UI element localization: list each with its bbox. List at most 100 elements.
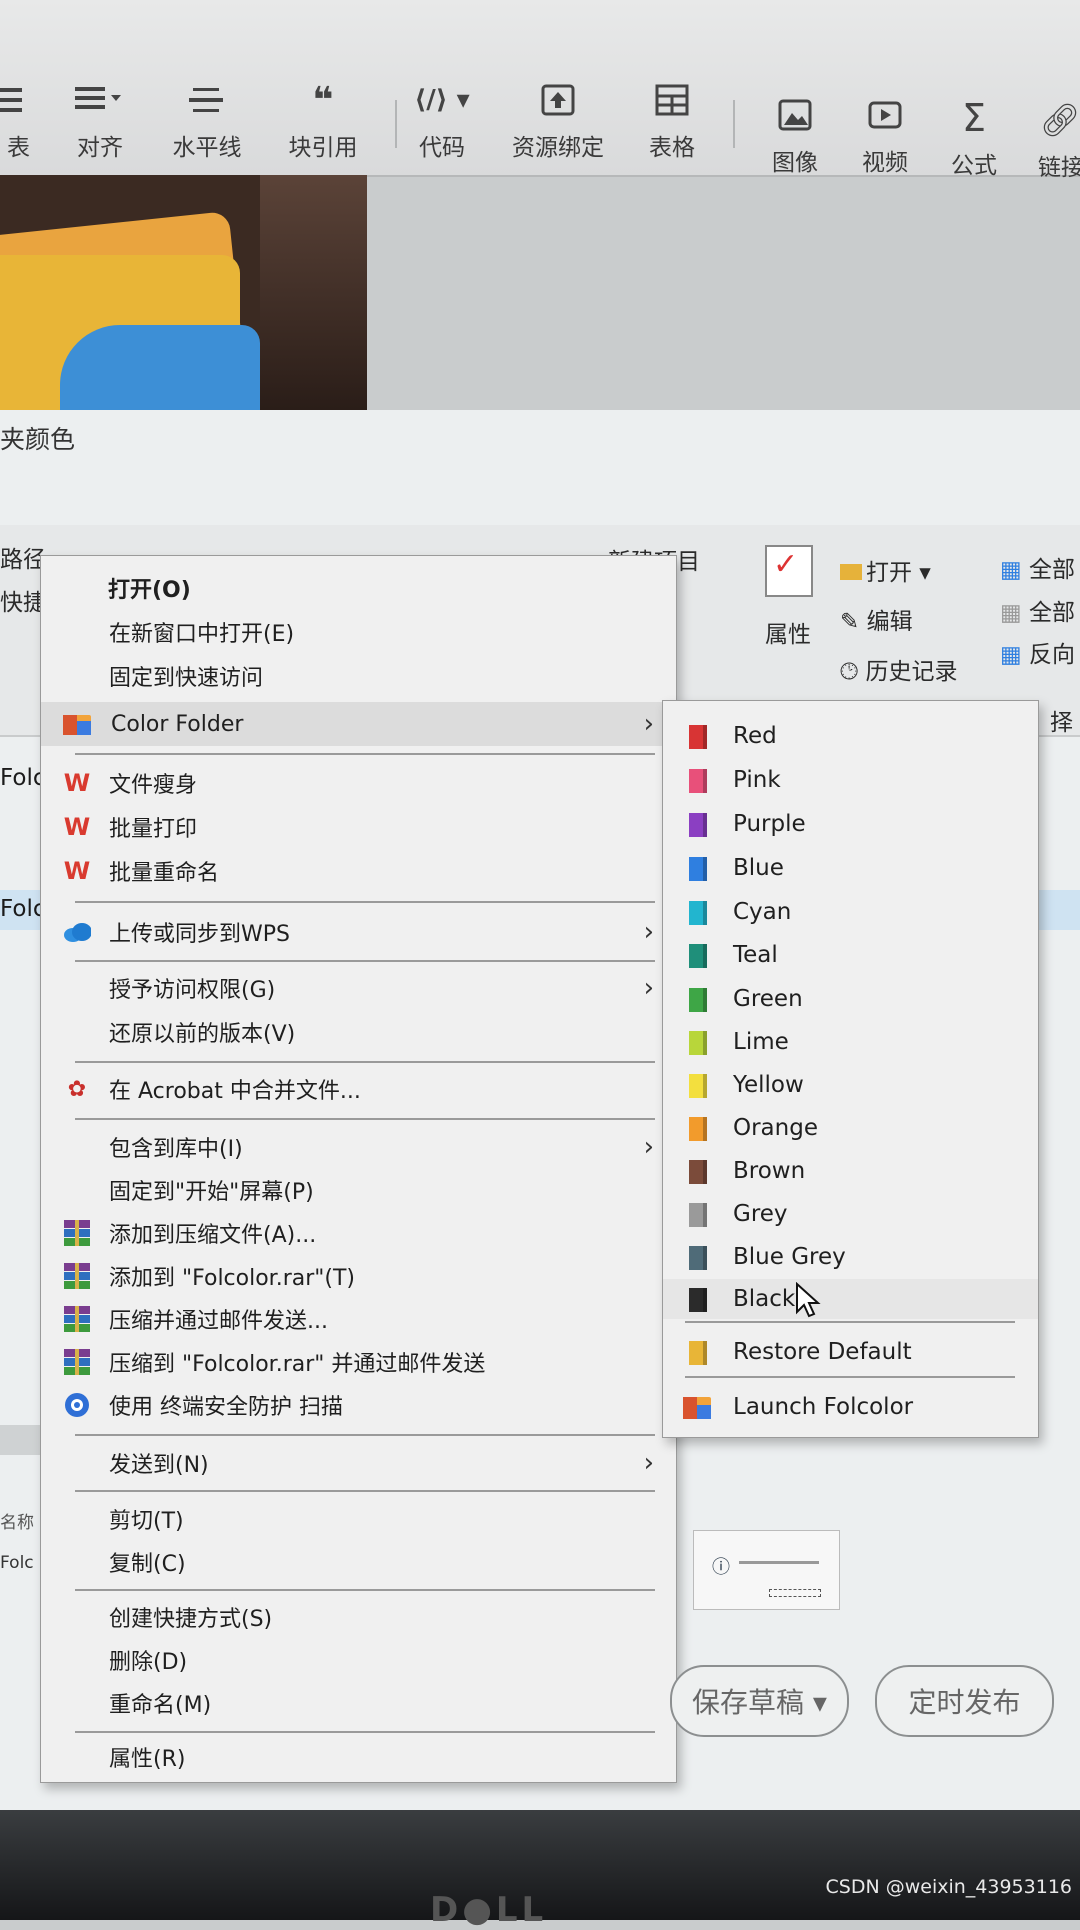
ribbon-edit-label: 编辑: [866, 609, 913, 635]
winrar-icon: [63, 1262, 91, 1290]
explorer-left-item[interactable]: Folc: [0, 896, 46, 922]
ribbon-open[interactable]: 打开 ▾: [840, 553, 931, 587]
wps-icon: W: [63, 813, 91, 841]
menu-compress-rar-email[interactable]: 压缩到 "Folcolor.rar" 并通过邮件发送: [41, 1342, 676, 1382]
ribbon-history[interactable]: 🕑︎ 历史记录: [840, 652, 958, 686]
menu-pin-start[interactable]: 固定到"开始"屏幕(P): [41, 1170, 676, 1210]
grid-icon: ▦: [1000, 557, 1022, 583]
menu-security-scan[interactable]: 使用 终端安全防护 扫描: [41, 1385, 676, 1425]
winrar-icon: [63, 1219, 91, 1247]
submenu-color-cyan[interactable]: Cyan: [663, 892, 1038, 932]
menu-acrobat-merge[interactable]: ✿ 在 Acrobat 中合并文件...: [41, 1069, 676, 1109]
submenu-color-pink[interactable]: Pink: [663, 760, 1038, 800]
menu-pin-start-label: 固定到"开始"屏幕(P): [109, 1180, 314, 1205]
menu-wps-batch-rename[interactable]: W 批量重命名: [41, 851, 676, 891]
menu-color-folder[interactable]: Color Folder ›: [41, 702, 676, 746]
menu-properties[interactable]: 属性(R): [41, 1737, 676, 1777]
toolbar-image-button[interactable]: 图像: [745, 95, 845, 177]
menu-open[interactable]: 打开(O): [41, 568, 676, 608]
ribbon-select-all[interactable]: ▦ 全部: [1000, 550, 1075, 584]
menu-wps-upload[interactable]: 上传或同步到WPS ›: [41, 912, 676, 952]
menu-delete[interactable]: 删除(D): [41, 1640, 676, 1680]
menu-separator: [75, 1490, 655, 1492]
submenu-color-green[interactable]: Green: [663, 979, 1038, 1019]
chevron-right-icon: ›: [643, 1132, 654, 1162]
menu-wps-slim-label: 文件瘦身: [109, 773, 198, 798]
submenu-color-label: Blue Grey: [733, 1244, 846, 1270]
toolbar-separator: [733, 100, 735, 148]
ribbon-select-none[interactable]: ▦ 全部: [1000, 593, 1075, 627]
toolbar-link-button[interactable]: 🔗︎ 链接: [1010, 100, 1080, 182]
toolbar-align-button[interactable]: 对齐: [50, 80, 150, 162]
menu-cut[interactable]: 剪切(T): [41, 1499, 676, 1539]
menu-add-archive[interactable]: 添加到压缩文件(A)...: [41, 1213, 676, 1253]
grid-icon: ▦: [1000, 642, 1022, 668]
folder-color-icon: [689, 1288, 703, 1312]
submenu-color-black[interactable]: Black: [663, 1279, 1038, 1319]
ribbon-properties[interactable]: 属性: [765, 615, 811, 649]
ribbon-invert[interactable]: ▦ 反向: [1000, 635, 1075, 669]
toolbar-table-label: 表格: [649, 135, 695, 161]
toolbar-table-button[interactable]: 表格: [622, 80, 722, 162]
menu-wps-slim[interactable]: W 文件瘦身: [41, 763, 676, 803]
menu-include-library[interactable]: 包含到库中(I) ›: [41, 1127, 676, 1167]
submenu-color-brown[interactable]: Brown: [663, 1151, 1038, 1191]
info-icon: ⓘ: [712, 1557, 730, 1578]
submenu-launch-folcolor[interactable]: Launch Folcolor: [663, 1387, 1038, 1427]
menu-wps-batch-print[interactable]: W 批量打印: [41, 807, 676, 847]
toolbar-code-button[interactable]: ⟨/⟩ ▾ 代码: [392, 80, 492, 162]
folder-color-icon: [689, 901, 703, 925]
ribbon-edit[interactable]: ✎ 编辑: [840, 602, 913, 636]
menu-color-folder-label: Color Folder: [111, 711, 244, 737]
explorer-left-item[interactable]: Folc: [0, 765, 46, 791]
menu-properties-label: 属性(R): [109, 1747, 186, 1772]
submenu-color-blue-grey[interactable]: Blue Grey: [663, 1237, 1038, 1277]
toolbar-resource-button[interactable]: 资源绑定: [508, 80, 608, 162]
menu-create-shortcut[interactable]: 创建快捷方式(S): [41, 1597, 676, 1637]
submenu-restore-default-label: Restore Default: [733, 1339, 912, 1365]
submenu-color-teal[interactable]: Teal: [663, 935, 1038, 975]
menu-pin-quick-access[interactable]: 固定到快速访问: [41, 656, 676, 696]
toolbar-hr-button[interactable]: 水平线: [157, 80, 257, 162]
submenu-color-blue[interactable]: Blue: [663, 848, 1038, 888]
editor-toolbar: 表 对齐 水平线 ❝ 块引用 ⟨/⟩ ▾ 代码 资源绑定 表格 图像 视频 Σ …: [0, 0, 1080, 181]
table-icon: [622, 80, 722, 120]
schedule-publish-button[interactable]: 定时发布: [875, 1665, 1054, 1737]
menu-restore-versions[interactable]: 还原以前的版本(V): [41, 1012, 676, 1052]
submenu-color-yellow[interactable]: Yellow: [663, 1065, 1038, 1105]
name-column-header[interactable]: 名称: [0, 1508, 34, 1533]
ribbon-select-none-label: 全部: [1029, 600, 1076, 626]
toolbar-video-button[interactable]: 视频: [835, 95, 935, 177]
cloud-icon: [63, 918, 91, 946]
menu-security-scan-label: 使用 终端安全防护 扫描: [109, 1395, 343, 1420]
file-row-stub[interactable]: Folc: [0, 1553, 34, 1573]
menu-grant-access[interactable]: 授予访问权限(G) ›: [41, 968, 676, 1008]
link-icon: 🔗︎: [1039, 101, 1080, 139]
menu-copy[interactable]: 复制(C): [41, 1542, 676, 1582]
code-icon: ⟨/⟩ ▾: [414, 85, 470, 115]
save-draft-button[interactable]: 保存草稿 ▾: [670, 1665, 849, 1737]
menu-open-new-window[interactable]: 在新窗口中打开(E): [41, 612, 676, 652]
toolbar-formula-button[interactable]: Σ 公式: [924, 96, 1024, 180]
submenu-color-orange[interactable]: Orange: [663, 1108, 1038, 1148]
watermark-text: CSDN @weixin_43953116: [825, 1876, 1073, 1898]
menu-add-to-rar[interactable]: 添加到 "Folcolor.rar"(T): [41, 1256, 676, 1296]
attachment-thumbnail[interactable]: ⓘ: [693, 1530, 840, 1610]
folder-color-icon: [689, 725, 703, 749]
submenu-color-lime[interactable]: Lime: [663, 1022, 1038, 1062]
menu-rename[interactable]: 重命名(M): [41, 1683, 676, 1723]
menu-send-to[interactable]: 发送到(N) ›: [41, 1443, 676, 1483]
menu-compress-email[interactable]: 压缩并通过邮件发送...: [41, 1299, 676, 1339]
image-icon: [745, 95, 845, 135]
chevron-right-icon: ›: [643, 973, 654, 1003]
menu-wps-batch-print-label: 批量打印: [109, 817, 198, 842]
submenu-color-grey[interactable]: Grey: [663, 1194, 1038, 1234]
submenu-restore-default[interactable]: Restore Default: [663, 1332, 1038, 1372]
restore-folder-icon: [689, 1341, 703, 1365]
submenu-color-red[interactable]: Red: [663, 716, 1038, 756]
submenu-color-purple[interactable]: Purple: [663, 804, 1038, 844]
toolbar-quote-button[interactable]: ❝ 块引用: [273, 80, 373, 162]
submenu-color-label: Pink: [733, 767, 781, 793]
menu-open-label: 打开(O): [108, 578, 191, 603]
menu-pin-quick-access-label: 固定到快速访问: [109, 666, 264, 691]
